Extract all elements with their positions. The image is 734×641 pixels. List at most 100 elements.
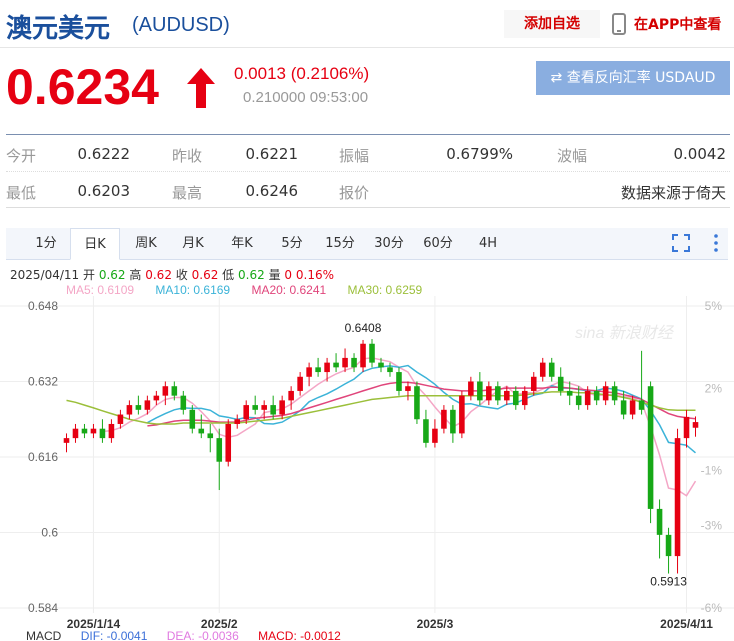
- candle-body: [477, 381, 483, 401]
- annotations: 0.6408 0.5913: [345, 321, 688, 589]
- candle-body: [225, 423, 232, 462]
- candle-body: [342, 357, 348, 368]
- pct-tick-label: 5%: [705, 299, 723, 313]
- candle: [297, 372, 303, 396]
- candle-body: [297, 376, 303, 391]
- candle: [638, 350, 645, 415]
- candle-body: [539, 362, 546, 377]
- stat-label: 振幅: [339, 147, 370, 165]
- candle-body: [602, 386, 609, 401]
- candle: [414, 381, 420, 424]
- fullscreen-icon[interactable]: [672, 234, 690, 252]
- candle: [477, 372, 483, 406]
- candle-body: [692, 422, 699, 428]
- candle-body: [252, 405, 258, 410]
- candle: [423, 409, 429, 448]
- candle-body: [117, 414, 124, 424]
- candle-body: [566, 390, 573, 396]
- page-title: 澳元美元: [6, 14, 111, 44]
- candle: [135, 395, 142, 415]
- candle: [593, 386, 600, 406]
- candle-body: [144, 400, 151, 410]
- candle: [216, 428, 223, 491]
- candle: [108, 419, 115, 443]
- pct-tick-label: -1%: [701, 464, 723, 478]
- candle-body: [234, 419, 241, 424]
- tab-yearly[interactable]: 年K: [220, 228, 264, 260]
- candle-body: [441, 409, 447, 429]
- candle: [225, 419, 232, 467]
- tab-60min[interactable]: 60分: [416, 228, 460, 260]
- candle-body: [414, 386, 420, 420]
- add-favorite-button[interactable]: 添加自选: [504, 10, 600, 38]
- candle: [162, 381, 169, 406]
- kline-chart[interactable]: sina 新浪财经 0.648 0.632 0.616 0.6 0.584 5% 2% -1…: [0, 296, 734, 641]
- candle-body: [504, 390, 510, 401]
- tab-4h[interactable]: 4H: [466, 228, 510, 260]
- stats-row: 最低 0.6203 最高 0.6246 报价 数据来源于倚天: [6, 171, 730, 207]
- stat-value: 0.6799%: [446, 145, 513, 163]
- candle: [81, 423, 88, 439]
- candle-body: [279, 400, 285, 415]
- candle: [432, 419, 438, 448]
- candle: [683, 409, 690, 448]
- tab-daily[interactable]: 日K: [70, 228, 120, 260]
- candle-body: [243, 405, 249, 420]
- candle: [611, 381, 618, 406]
- reverse-rate-button[interactable]: ⇄ 查看反向汇率 USDAUD: [536, 61, 730, 95]
- candle: [548, 357, 555, 382]
- ohlc-low: 0.62: [238, 268, 265, 282]
- candle-body: [557, 376, 564, 391]
- stat-value: 0.6246: [245, 182, 299, 200]
- candles: [63, 339, 699, 574]
- data-source-text: 数据来源于倚天: [620, 184, 726, 202]
- tab-weekly[interactable]: 周K: [124, 228, 168, 260]
- tab-monthly[interactable]: 月K: [171, 228, 215, 260]
- tab-1min[interactable]: 1分: [24, 228, 68, 260]
- ma-lines: [66, 357, 697, 497]
- y-tick-label: 0.648: [28, 299, 58, 313]
- update-time: 0.210000 09:53:00: [243, 89, 369, 106]
- candle-body: [450, 409, 456, 434]
- candle: [387, 362, 393, 377]
- candle-body: [611, 386, 618, 401]
- candle-body: [270, 405, 276, 415]
- ma-legend-item: MA30: 0.6259: [347, 283, 423, 297]
- candle: [486, 381, 492, 406]
- header: 澳元美元 (AUDUSD) 添加自选 在APP中查看: [0, 0, 734, 48]
- view-in-app-link[interactable]: 在APP中查看: [612, 10, 721, 38]
- ohlc-high-label: 高: [129, 268, 142, 282]
- candle: [369, 339, 375, 368]
- candle: [90, 423, 97, 439]
- tab-30min[interactable]: 30分: [367, 228, 411, 260]
- ma-line-ma30: [66, 391, 696, 425]
- candle-body: [629, 400, 636, 415]
- candle: [99, 419, 106, 443]
- stat-value: 0.0042: [673, 145, 727, 163]
- candle-body: [575, 395, 582, 406]
- ohlc-info: 2025/04/11 开 0.62 高 0.62 收 0.62 低 0.62 量…: [10, 266, 334, 283]
- candle: [459, 390, 465, 439]
- candle-body: [656, 508, 663, 535]
- phone-icon: [612, 13, 626, 35]
- ma-legend-item: MA10: 0.6169: [155, 283, 231, 297]
- candle-body: [647, 386, 654, 509]
- ohlc-pct: 0.16%: [295, 268, 334, 282]
- candle-body: [665, 534, 672, 557]
- ohlc-close: 0.62: [191, 268, 219, 282]
- candle: [306, 362, 312, 387]
- candle-body: [495, 386, 501, 401]
- stat-label: 波幅: [557, 147, 588, 165]
- candle: [360, 339, 366, 373]
- candle-body: [63, 438, 70, 443]
- more-vertical-icon[interactable]: [712, 233, 720, 253]
- candle: [315, 357, 321, 377]
- candle: [333, 353, 339, 373]
- candle-body: [683, 416, 690, 439]
- candle-body: [405, 386, 411, 391]
- macd-legend-item: MACD: [26, 629, 62, 641]
- tab-5min[interactable]: 5分: [270, 228, 314, 260]
- tab-15min[interactable]: 15分: [318, 228, 362, 260]
- candle-body: [387, 367, 393, 373]
- candle: [126, 400, 133, 420]
